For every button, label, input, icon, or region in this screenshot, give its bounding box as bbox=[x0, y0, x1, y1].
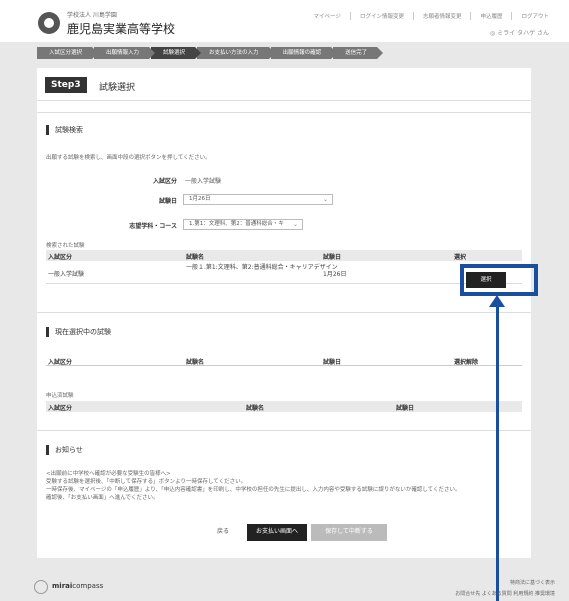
notice-title: お知らせ bbox=[46, 445, 83, 455]
page-title: 試験選択 bbox=[99, 83, 136, 93]
col-deselect: 選択解除 bbox=[454, 359, 479, 366]
selected-table-header: 入試区分 試験名 試験日 選択解除 bbox=[46, 355, 522, 366]
history-link[interactable]: 申込履歴 bbox=[470, 12, 502, 20]
step-6: 送信完了 bbox=[333, 47, 384, 59]
col-exam-type: 入試区分 bbox=[48, 359, 73, 366]
exam-date-select[interactable]: 1月26日 ⌄ bbox=[183, 194, 333, 205]
col-exam-date: 試験日 bbox=[323, 359, 342, 366]
selected-title: 現在選択中の試験 bbox=[46, 327, 111, 337]
results-label: 検索された試験 bbox=[46, 243, 85, 249]
step-breadcrumb: 入試区分選択 出願情報入力 試験選択 お支払い方法の入力 出願情報の確認 送信完… bbox=[37, 47, 541, 59]
header: 学校法人 川島学園 鹿児島実業高等学校 マイページ ログイン情報変更 志願者情報… bbox=[0, 0, 569, 42]
course-value: 1.第1：文理科、第2：普通科総合・キ bbox=[189, 221, 284, 227]
results-table-header: 入試区分 試験名 試験日 選択 bbox=[46, 250, 522, 261]
footer-links[interactable]: お問合せ先 よくある質問 利用規約 推奨環境 bbox=[455, 590, 555, 597]
top-links: マイページ ログイン情報変更 志願者情報変更 申込履歴 ログアウト bbox=[314, 12, 549, 20]
back-button[interactable]: 戻る bbox=[205, 524, 241, 541]
notice-section: お知らせ <出願前に中学校へ確認が必要な受験生の皆様へ> 受験する試験を選択後、… bbox=[37, 430, 531, 510]
search-note: 出願する試験を検索し、画面中段の選択ボタンを押してください。 bbox=[46, 155, 211, 161]
legal-link[interactable]: 特商法に基づく表示 bbox=[510, 579, 555, 586]
notice-line: 確認後、「お支払い画面」へ進んでください。 bbox=[46, 495, 159, 501]
applied-label: 申込済試験 bbox=[46, 393, 74, 399]
notice-line: 受験する試験を選択後、「中断して保存する」ボタンより一時保存してください。 bbox=[46, 479, 247, 485]
course-label: 志望学科・コース bbox=[129, 223, 177, 230]
notice-line: <出願前に中学校へ確認が必要な受験生の皆様へ> bbox=[46, 471, 171, 477]
payment-button[interactable]: お支払い画面へ bbox=[247, 524, 307, 541]
col-exam-name: 試験名 bbox=[186, 359, 205, 366]
arrow-line bbox=[496, 300, 499, 601]
highlight-box bbox=[460, 264, 538, 296]
exam-type-label: 入試区分 bbox=[152, 178, 177, 185]
school-name: 鹿児島実業高等学校 bbox=[67, 22, 176, 36]
step-2: 出願情報入力 bbox=[94, 47, 156, 59]
chevron-down-icon: ⌄ bbox=[292, 221, 298, 228]
col-exam-type: 入試区分 bbox=[48, 405, 73, 412]
chevron-down-icon: ⌄ bbox=[322, 196, 328, 203]
exam-date-value: 1月26日 bbox=[189, 196, 211, 202]
step-header: Step3 試験選択 bbox=[37, 68, 531, 101]
miraicompass-logo-icon bbox=[34, 580, 48, 594]
step-badge: Step3 bbox=[45, 77, 87, 93]
table-row: 一般入学試験 一般１.第1:文理科、第2:普通科総合・キャリアデザイン 1月26… bbox=[46, 262, 522, 284]
mypage-link[interactable]: マイページ bbox=[314, 12, 341, 20]
school-logo-icon bbox=[38, 12, 60, 34]
step-4: お支払い方法の入力 bbox=[197, 47, 275, 59]
main-card: Step3 試験選択 試験検索 出願する試験を検索し、画面中段の選択ボタンを押し… bbox=[37, 68, 531, 558]
col-exam-date: 試験日 bbox=[323, 254, 342, 261]
col-exam-type: 入試区分 bbox=[48, 254, 73, 261]
logout-link[interactable]: ログアウト bbox=[511, 12, 549, 20]
selected-section: 現在選択中の試験 入試区分 試験名 試験日 選択解除 申込済試験 入試区分 試験… bbox=[37, 312, 531, 418]
brand-bold: mirai bbox=[52, 582, 73, 590]
col-exam-date: 試験日 bbox=[396, 405, 415, 412]
col-exam-name: 試験名 bbox=[186, 254, 205, 261]
row-exam-date: 1月26日 bbox=[323, 271, 347, 278]
col-select: 選択 bbox=[454, 254, 467, 261]
org-name: 学校法人 川島学園 bbox=[67, 12, 117, 19]
applicant-info-link[interactable]: 志願者情報変更 bbox=[412, 12, 461, 20]
course-select[interactable]: 1.第1：文理科、第2：普通科総合・キ ⌄ bbox=[183, 219, 303, 230]
row-exam-name: 一般１.第1:文理科、第2:普通科総合・キャリアデザイン bbox=[186, 264, 338, 271]
applied-table-header: 入試区分 試験名 試験日 bbox=[46, 401, 522, 412]
search-title: 試験検索 bbox=[46, 125, 83, 135]
step-3-current: 試験選択 bbox=[151, 47, 202, 59]
row-exam-type: 一般入学試験 bbox=[48, 271, 85, 278]
footer-brand: miraicompass bbox=[52, 582, 103, 590]
step-5: 出願情報の確認 bbox=[270, 47, 337, 59]
col-exam-name: 試験名 bbox=[246, 405, 265, 412]
exam-date-label: 試験日 bbox=[158, 198, 177, 205]
notice-line: 一時保存後、マイページの「申込履歴」より、「申込内容確認書」を印刷し、中学校の担… bbox=[46, 487, 461, 493]
save-suspend-button[interactable]: 保存して中断する bbox=[311, 524, 387, 541]
user-name: ◎ ミライ タハゲ さん bbox=[490, 30, 549, 37]
step-1: 入試区分選択 bbox=[37, 47, 99, 59]
login-info-link[interactable]: ログイン情報変更 bbox=[349, 12, 404, 20]
exam-type-value: 一般入学試験 bbox=[185, 178, 222, 185]
search-section: 試験検索 出願する試験を検索し、画面中段の選択ボタンを押してください。 入試区分… bbox=[37, 112, 531, 298]
brand-rest: compass bbox=[72, 582, 104, 590]
